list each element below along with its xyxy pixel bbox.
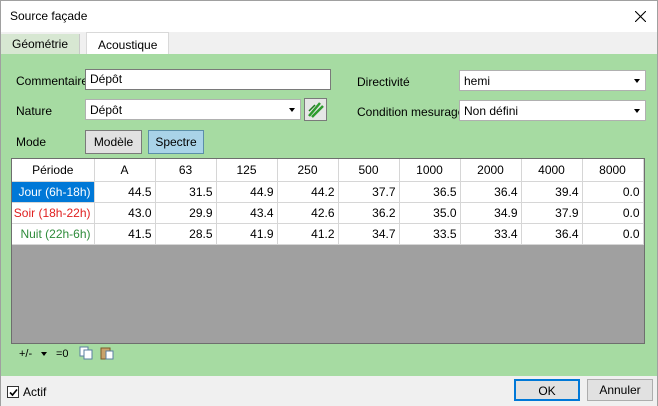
column-header[interactable]: 8000: [582, 159, 644, 182]
spectrum-grid[interactable]: Période A 63 125 250 500 1000 2000 4000 …: [11, 158, 645, 344]
table-cell[interactable]: 0.0: [582, 181, 644, 203]
window-title: Source façade: [10, 9, 88, 23]
table-cell[interactable]: 36.4: [521, 223, 583, 245]
actif-label: Actif: [23, 385, 47, 399]
row-header[interactable]: Nuit (22h-6h): [12, 223, 95, 245]
tab-geometrie[interactable]: Géométrie: [1, 34, 81, 54]
column-header[interactable]: 4000: [521, 159, 583, 182]
chart-button[interactable]: [304, 98, 327, 121]
column-header[interactable]: A: [94, 159, 156, 182]
table-cell[interactable]: 39.4: [521, 181, 583, 203]
table-cell[interactable]: 44.5: [94, 181, 156, 203]
copy-icon[interactable]: [79, 346, 93, 363]
condition-label: Condition mesurage: [357, 105, 465, 119]
mode-label: Mode: [16, 135, 47, 149]
column-header[interactable]: 250: [277, 159, 339, 182]
actif-checkbox[interactable]: [7, 386, 19, 398]
close-icon: [634, 11, 646, 22]
table-cell[interactable]: 37.7: [338, 181, 400, 203]
checkmark-icon: [9, 388, 18, 397]
table-cell[interactable]: 41.9: [216, 223, 278, 245]
table-cell[interactable]: 34.9: [460, 202, 522, 224]
table-cell[interactable]: 33.4: [460, 223, 522, 245]
column-header[interactable]: 125: [216, 159, 278, 182]
nature-select[interactable]: Dépôt: [85, 99, 301, 120]
directivite-value: hemi: [464, 74, 491, 88]
paste-icon[interactable]: [100, 346, 114, 363]
tab-strip: Géométrie Acoustique: [1, 32, 657, 54]
chevron-down-icon: [634, 109, 640, 113]
row-header[interactable]: Jour (6h-18h): [12, 181, 95, 203]
cancel-button[interactable]: Annuler: [587, 379, 653, 401]
row-header[interactable]: Soir (18h-22h): [12, 202, 95, 224]
table-row[interactable]: Soir (18h-22h) 43.0 29.9 43.4 42.6 36.2 35.0 34…: [12, 202, 644, 224]
title-bar: Source façade: [1, 1, 657, 32]
tab-acoustique[interactable]: Acoustique: [86, 32, 170, 54]
nature-label: Nature: [16, 104, 53, 118]
table-cell[interactable]: 44.9: [216, 181, 278, 203]
chevron-down-icon: [634, 79, 640, 83]
spectrum-table: Période A 63 125 250 500 1000 2000 4000 …: [12, 159, 644, 245]
table-cell[interactable]: 43.4: [216, 202, 278, 224]
column-header[interactable]: 500: [338, 159, 400, 182]
grid-toolbar: +/- =0: [13, 343, 125, 366]
table-header-row: Période A 63 125 250 500 1000 2000 4000 …: [12, 159, 644, 182]
nature-value: Dépôt: [90, 103, 123, 117]
ok-button[interactable]: OK: [514, 379, 580, 401]
column-header[interactable]: 2000: [460, 159, 522, 182]
condition-value: Non défini: [464, 104, 519, 118]
table-cell[interactable]: 29.9: [155, 202, 217, 224]
acoustique-panel: Commentaire Dépôt Nature Dépôt Mode Modè…: [1, 54, 657, 376]
table-cell[interactable]: 41.5: [94, 223, 156, 245]
set-zero-button[interactable]: =0: [56, 348, 69, 360]
spectre-button[interactable]: Spectre: [148, 130, 204, 154]
condition-select[interactable]: Non défini: [459, 100, 646, 121]
directivite-label: Directivité: [357, 75, 410, 89]
table-cell[interactable]: 28.5: [155, 223, 217, 245]
table-cell[interactable]: 41.2: [277, 223, 339, 245]
commentaire-input[interactable]: Dépôt: [85, 69, 331, 90]
table-cell[interactable]: 44.2: [277, 181, 339, 203]
table-cell[interactable]: 31.5: [155, 181, 217, 203]
table-row[interactable]: Nuit (22h-6h) 41.5 28.5 41.9 41.2 34.7 33.5 33.…: [12, 223, 644, 245]
dialog-window: Source façade Géométrie Acoustique Comme…: [0, 0, 658, 406]
table-row[interactable]: Jour (6h-18h) 44.5 31.5 44.9 44.2 37.7 36.5 36.…: [12, 181, 644, 203]
table-cell[interactable]: 43.0: [94, 202, 156, 224]
chart-icon: [308, 102, 324, 118]
table-cell[interactable]: 36.4: [460, 181, 522, 203]
close-button[interactable]: [623, 1, 657, 32]
table-cell[interactable]: 35.0: [399, 202, 461, 224]
table-cell[interactable]: 0.0: [582, 202, 644, 224]
table-cell[interactable]: 36.5: [399, 181, 461, 203]
modele-button[interactable]: Modèle: [85, 130, 142, 154]
table-cell[interactable]: 42.6: [277, 202, 339, 224]
table-cell[interactable]: 36.2: [338, 202, 400, 224]
chevron-down-icon[interactable]: [41, 352, 47, 356]
chevron-down-icon: [289, 108, 295, 112]
directivite-select[interactable]: hemi: [459, 70, 646, 91]
table-cell[interactable]: 0.0: [582, 223, 644, 245]
commentaire-label: Commentaire: [16, 74, 89, 88]
column-header[interactable]: 63: [155, 159, 217, 182]
table-cell[interactable]: 34.7: [338, 223, 400, 245]
plusminus-button[interactable]: +/-: [19, 348, 32, 360]
dialog-footer: Actif OK Annuler: [1, 376, 657, 406]
column-header[interactable]: Période: [12, 159, 95, 182]
table-cell[interactable]: 33.5: [399, 223, 461, 245]
table-cell[interactable]: 37.9: [521, 202, 583, 224]
column-header[interactable]: 1000: [399, 159, 461, 182]
